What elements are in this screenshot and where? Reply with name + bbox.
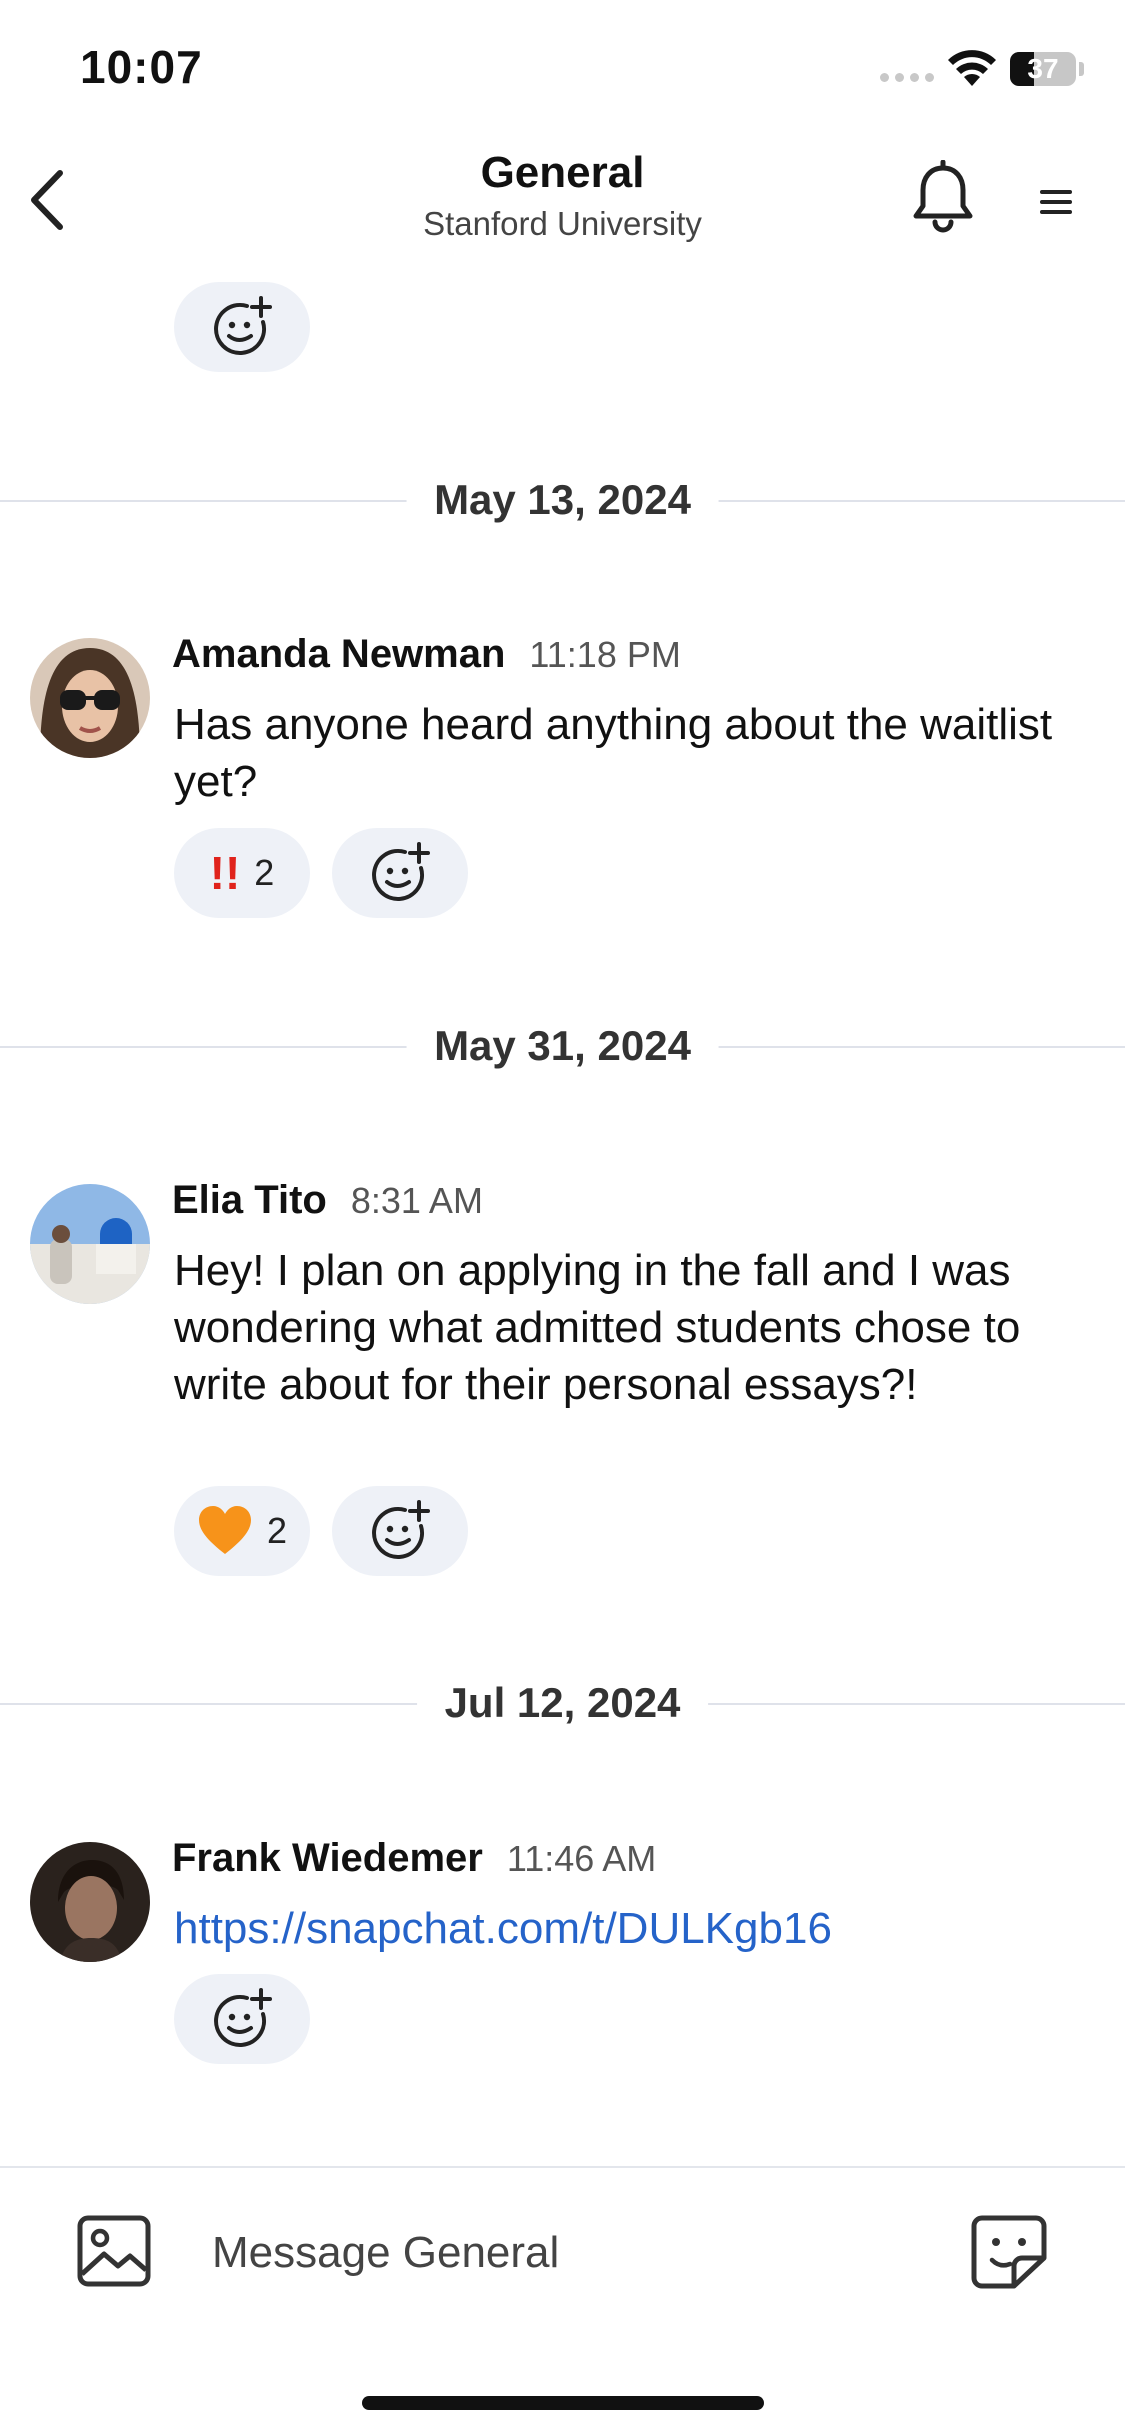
battery-level: 37 <box>1027 53 1059 84</box>
date-divider-label: May 13, 2024 <box>406 470 719 530</box>
sticker-icon[interactable] <box>970 2214 1048 2290</box>
home-indicator[interactable] <box>362 2396 764 2410</box>
date-divider-label: Jul 12, 2024 <box>416 1673 709 1733</box>
message-time: 11:46 AM <box>506 1838 657 1879</box>
reaction-count: 2 <box>254 852 275 893</box>
avatar[interactable] <box>30 1842 150 1962</box>
message-header: Amanda Newman 11:18 PM <box>172 632 681 677</box>
message-text: Has anyone heard anything about the wait… <box>174 700 1053 806</box>
avatar-photo <box>30 1184 150 1304</box>
message-time: 8:31 AM <box>350 1180 483 1221</box>
message-header: Elia Tito 8:31 AM <box>172 1178 483 1223</box>
image-icon[interactable] <box>76 2214 152 2288</box>
date-divider: Jul 12, 2024 <box>0 1673 1125 1733</box>
cellular-signal-icon <box>880 73 934 82</box>
wifi-icon <box>948 50 996 86</box>
message-header: Frank Wiedemer 11:46 AM <box>172 1836 656 1881</box>
battery-tip <box>1079 62 1084 76</box>
add-reaction-button[interactable] <box>332 1486 468 1576</box>
channel-header: General Stanford University <box>0 140 1125 260</box>
add-reaction-icon <box>372 842 430 901</box>
reaction-count: 2 <box>266 1510 288 1551</box>
double-exclamation-icon: !! <box>209 847 241 899</box>
avatar[interactable] <box>30 1184 150 1304</box>
reaction-chip[interactable]: 2 <box>174 1486 310 1576</box>
reaction-chip[interactable]: !! 2 <box>174 828 310 918</box>
avatar-photo <box>30 638 150 758</box>
status-bar: 10:07 37 <box>0 0 1125 140</box>
orange-heart-icon <box>198 1506 251 1554</box>
message-text: Hey! I plan on applying in the fall and … <box>174 1246 1021 1409</box>
message-author[interactable]: Elia Tito <box>172 1178 327 1223</box>
add-reaction-button[interactable] <box>332 828 468 918</box>
add-reaction-icon <box>372 1500 430 1559</box>
date-divider: May 13, 2024 <box>0 470 1125 530</box>
hamburger-menu-icon[interactable] <box>1037 186 1075 218</box>
message-time: 11:18 PM <box>529 634 681 675</box>
bell-icon[interactable] <box>910 160 976 236</box>
message-author[interactable]: Amanda Newman <box>172 632 505 677</box>
avatar-photo <box>30 1842 150 1962</box>
date-divider: May 31, 2024 <box>0 1016 1125 1076</box>
avatar[interactable] <box>30 638 150 758</box>
battery-icon: 37 <box>1010 52 1076 86</box>
message-link[interactable]: https://snapchat.com/t/DULKgb16 <box>174 1900 1054 1957</box>
add-reaction-button[interactable] <box>174 282 310 372</box>
add-reaction-icon <box>214 296 272 355</box>
add-reaction-button[interactable] <box>174 1974 310 2064</box>
message-input[interactable] <box>212 2218 912 2288</box>
date-divider-label: May 31, 2024 <box>406 1016 719 1076</box>
message-author[interactable]: Frank Wiedemer <box>172 1836 483 1881</box>
add-reaction-icon <box>214 1988 272 2047</box>
status-time: 10:07 <box>80 41 203 93</box>
